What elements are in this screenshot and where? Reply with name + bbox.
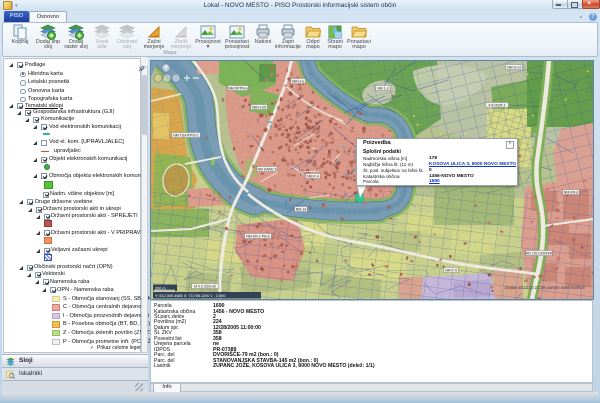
svg-text:Y: 512,509.4685 X: 73,766.12: Y: 512,509.4685 X: 73,766.1200 1 : 2,500 (155, 294, 225, 298)
svg-text:NM 1-d: NM 1-d (377, 86, 389, 90)
svg-text:10. 04. 2013 10:21:39 partn: 10. 04. 2013 10:21:39 partner www.realis… (504, 285, 585, 290)
svg-text:NM KR-d: NM KR-d (564, 190, 578, 194)
svg-text:NM KR-2 PN-b: NM KR-2 PN-b (246, 234, 269, 238)
svg-text:NM OPPN-a: NM OPPN-a (228, 86, 248, 90)
svg-text:4-8 OS/5-1: 4-8 OS/5-1 (488, 103, 505, 107)
svg-text:NM H-e: NM H-e (292, 79, 304, 83)
svg-text:NM KARE-5: NM KARE-5 (257, 167, 276, 171)
svg-text:MO OS CENTER: MO OS CENTER (525, 251, 553, 255)
svg-text:NM K-5: NM K-5 (445, 268, 457, 272)
svg-text:M 0-2 ZSS-2b: M 0-2 ZSS-2b (194, 284, 216, 288)
svg-text:NM H-29: NM H-29 (252, 105, 266, 109)
svg-text:NM K-4: NM K-4 (307, 174, 319, 178)
svg-text:NM-14: NM-14 (296, 207, 307, 211)
svg-text:NM S-14: NM S-14 (507, 65, 521, 69)
svg-text:NM TU/HTP/S-1: NM TU/HTP/S-1 (173, 133, 198, 137)
